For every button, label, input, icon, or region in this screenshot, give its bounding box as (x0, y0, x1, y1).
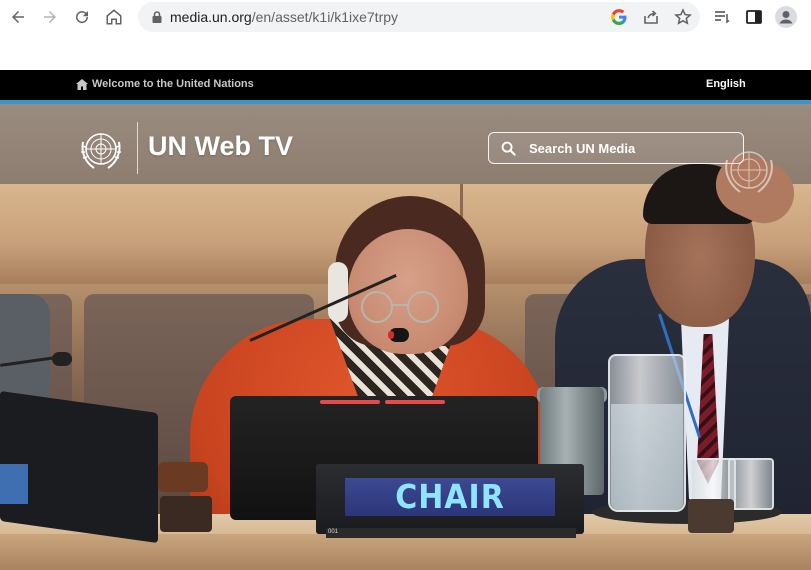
gavel (158, 462, 208, 492)
forward-icon[interactable] (38, 5, 62, 29)
nameplate-screen: CHAIR (345, 478, 555, 516)
microphone-light (388, 331, 394, 339)
card-holder (688, 499, 734, 533)
side-panel-icon[interactable] (742, 5, 766, 29)
language-selector[interactable]: English (706, 78, 746, 90)
welcome-link[interactable]: Welcome to the United Nations (76, 78, 254, 90)
desk-edge (0, 534, 811, 570)
reload-icon[interactable] (70, 5, 94, 29)
reading-list-icon[interactable] (710, 5, 734, 29)
un-emblem-icon[interactable] (76, 126, 126, 176)
search-input[interactable]: Search UN Media (488, 132, 744, 164)
un-watermark-icon (725, 151, 773, 193)
welcome-text: Welcome to the United Nations (92, 78, 254, 90)
share-icon[interactable] (642, 8, 660, 26)
video-player[interactable]: CHAIR 001 UN Web TV Search UN Media (0, 104, 811, 570)
glasses-icon (361, 291, 439, 323)
nameplate-text: CHAIR (395, 477, 505, 517)
gavel-block (160, 496, 212, 532)
url-domain: media.un.org (170, 9, 252, 25)
google-icon[interactable] (610, 8, 628, 26)
url-text[interactable]: media.un.org/en/asset/k1i/k1ixe7trpy (170, 9, 398, 25)
water-glass (728, 458, 774, 510)
header-divider (137, 122, 138, 174)
url-path: /en/asset/k1i/k1ixe7trpy (251, 9, 399, 25)
home-icon (76, 78, 88, 90)
bookmark-star-icon[interactable] (674, 8, 692, 26)
address-bar[interactable]: media.un.org/en/asset/k1i/k1ixe7trpy (138, 2, 700, 32)
pitcher-water (611, 404, 683, 510)
left-microphone (52, 352, 72, 366)
browser-toolbar: media.un.org/en/asset/k1i/k1ixe7trpy (0, 0, 811, 34)
back-icon[interactable] (6, 5, 30, 29)
lock-icon[interactable] (150, 10, 164, 24)
laptop-indicator (320, 400, 380, 404)
nameplate-number: 001 (328, 529, 339, 535)
profile-icon[interactable] (774, 5, 798, 29)
site-title[interactable]: UN Web TV (148, 131, 293, 162)
search-icon (501, 141, 516, 156)
nameplate-base (326, 528, 576, 538)
left-monitor-screen (0, 464, 28, 504)
un-top-bar: Welcome to the United Nations English (0, 70, 811, 104)
home-icon[interactable] (102, 5, 126, 29)
search-placeholder: Search UN Media (529, 141, 636, 156)
laptop-indicator (385, 400, 445, 404)
